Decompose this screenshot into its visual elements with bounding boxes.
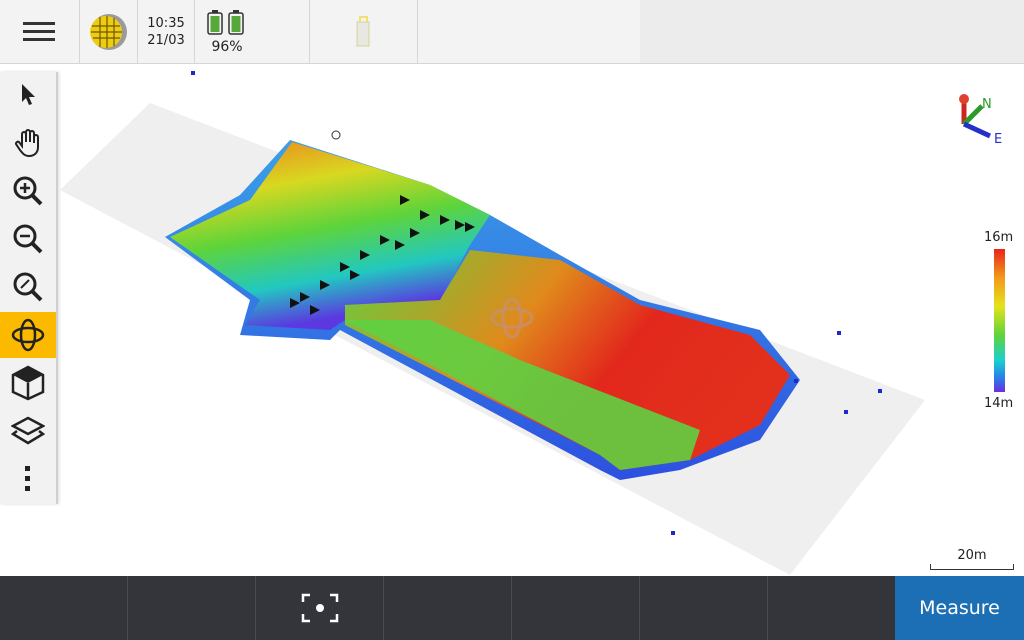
instrument-button[interactable]: [310, 0, 418, 63]
softkey-4[interactable]: [384, 576, 512, 640]
focus-button[interactable]: [256, 576, 384, 640]
zoom-extents-icon: [13, 272, 43, 302]
map-3d-view[interactable]: [0, 64, 1024, 576]
receiver-icon: [356, 15, 369, 46]
softkey-6[interactable]: [640, 576, 768, 640]
compass-axes-icon: N E: [959, 94, 1002, 147]
menu-button[interactable]: [0, 0, 80, 63]
hand-icon: [15, 129, 39, 158]
more-tool[interactable]: [0, 456, 56, 502]
battery-status[interactable]: 96%: [195, 0, 310, 63]
zoom-in-tool[interactable]: [0, 168, 56, 214]
north-label: N: [982, 97, 992, 112]
scale-bar: 20m: [930, 548, 1014, 570]
softkey-1[interactable]: [0, 576, 128, 640]
globe-icon: [89, 13, 127, 50]
legend-max: 16m: [984, 230, 1014, 245]
zoom-out-icon: [13, 224, 43, 254]
softkey-5[interactable]: [512, 576, 640, 640]
focus-icon: [301, 593, 338, 623]
softkey-2[interactable]: [128, 576, 256, 640]
elevation-legend-bar: [994, 249, 1005, 392]
measure-button[interactable]: Measure: [895, 576, 1024, 640]
scale-label: 20m: [957, 548, 987, 563]
battery-percent: 96%: [211, 38, 243, 55]
menu-icon: [22, 21, 55, 41]
bottom-bar: Measure: [0, 576, 1024, 640]
pointer-icon: [22, 84, 35, 105]
time: 10:35: [147, 15, 185, 31]
zoom-out-tool[interactable]: [0, 216, 56, 262]
layers-icon: [11, 416, 45, 445]
status-bar-empty: [640, 0, 1024, 63]
more-icon: [25, 466, 30, 491]
clock: 10:35 21/03: [138, 0, 195, 63]
orbit-tool[interactable]: [0, 312, 56, 358]
pan-tool[interactable]: [0, 120, 56, 166]
view-tool[interactable]: [0, 360, 56, 406]
orbit-icon: [11, 318, 45, 352]
gnss-button[interactable]: [80, 0, 138, 63]
battery-icon: [207, 9, 244, 35]
zoom-in-icon: [13, 176, 43, 206]
legend-min: 14m: [984, 396, 1014, 411]
map-toolbar: [0, 72, 58, 504]
zoom-extents-tool[interactable]: [0, 264, 56, 310]
status-bar: 10:35 21/03 96%: [0, 0, 1024, 64]
surface-model: [60, 71, 925, 575]
date: 21/03: [147, 32, 185, 48]
layers-tool[interactable]: [0, 408, 56, 454]
east-label: E: [994, 132, 1002, 147]
cube-icon: [11, 365, 45, 401]
select-tool[interactable]: [0, 72, 56, 118]
softkey-7[interactable]: [768, 576, 896, 640]
